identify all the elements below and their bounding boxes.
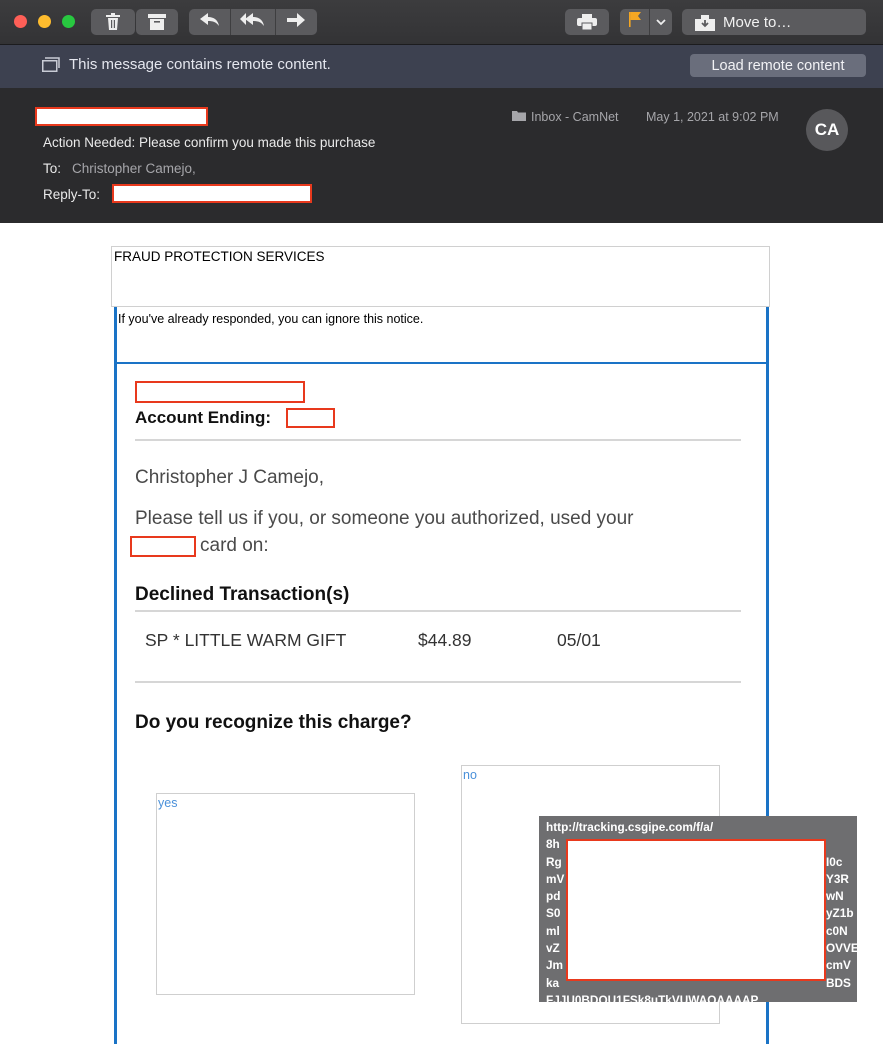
minimize-window-button[interactable]	[38, 15, 51, 28]
reply-icon	[199, 12, 220, 32]
request-text-continued: card on:	[200, 535, 269, 556]
flag-icon	[628, 12, 641, 32]
transaction-date: 05/01	[557, 630, 601, 650]
mailbox-location: Inbox - CamNet	[512, 110, 619, 124]
redacted-tracking-url	[566, 839, 826, 981]
load-remote-content-button[interactable]: Load remote content	[690, 54, 866, 77]
recognize-question: Do you recognize this charge?	[135, 712, 412, 733]
delete-button[interactable]	[91, 9, 135, 35]
redacted-card-name	[135, 381, 305, 403]
declined-heading: Declined Transaction(s)	[135, 584, 350, 605]
divider	[135, 681, 741, 683]
chevron-down-icon	[656, 13, 666, 31]
print-button[interactable]	[565, 9, 609, 35]
trash-icon	[105, 13, 121, 31]
redacted-reply-to	[112, 184, 312, 203]
yes-button[interactable]: yes	[156, 793, 415, 995]
move-to-label: Move to…	[723, 13, 792, 31]
no-label: no	[463, 768, 477, 782]
move-to-button[interactable]: Move to…	[682, 9, 866, 35]
archive-icon	[148, 14, 166, 30]
request-text: Please tell us if you, or someone you au…	[135, 508, 634, 529]
to-label: To:	[43, 161, 62, 176]
flag-button[interactable]	[620, 9, 651, 35]
reply-all-button[interactable]	[231, 9, 276, 35]
reply-to-label: Reply-To:	[43, 187, 101, 202]
zoom-window-button[interactable]	[62, 15, 75, 28]
close-window-button[interactable]	[14, 15, 27, 28]
mailbox-name: Inbox - CamNet	[531, 110, 619, 124]
avatar: CA	[806, 109, 848, 151]
window-icon	[42, 57, 60, 77]
redacted-sender	[35, 107, 208, 126]
flag-menu-button[interactable]	[650, 9, 672, 35]
forward-button[interactable]	[276, 9, 317, 35]
archive-button[interactable]	[136, 9, 178, 35]
flag-button-group	[620, 9, 672, 35]
move-to-icon	[695, 13, 715, 31]
redacted-account-number	[286, 408, 335, 428]
to-recipient[interactable]: Christopher Camejo,	[72, 161, 196, 176]
divider	[135, 610, 741, 612]
folder-icon	[512, 110, 526, 124]
message-date: May 1, 2021 at 9:02 PM	[646, 110, 779, 124]
transaction-amount: $44.89	[418, 630, 472, 650]
toolbar: Move to…	[0, 0, 883, 45]
tooltip-url: http://tracking.csgipe.com/f/a/	[546, 820, 714, 834]
account-ending-label: Account Ending:	[135, 408, 271, 427]
reply-all-icon	[240, 12, 266, 32]
brand-title: FRAUD PROTECTION SERVICES	[114, 249, 325, 264]
tooltip-last-line: FJJU0BDQU1FSk8uTkVUWAQAAAAP	[546, 992, 759, 1002]
print-icon	[577, 14, 597, 30]
remote-content-message: This message contains remote content.	[69, 56, 331, 73]
transaction-merchant: SP * LITTLE WARM GIFT	[145, 630, 347, 650]
reply-button[interactable]	[189, 9, 232, 35]
message-subject: Action Needed: Please confirm you made t…	[43, 135, 376, 150]
yes-label: yes	[158, 796, 178, 810]
reply-button-group	[189, 9, 317, 35]
divider	[135, 439, 741, 441]
redacted-card-brand	[130, 536, 196, 557]
greeting: Christopher J Camejo,	[135, 467, 325, 488]
notice-text: If you've already responded, you can ign…	[118, 312, 424, 326]
forward-icon	[287, 12, 306, 32]
